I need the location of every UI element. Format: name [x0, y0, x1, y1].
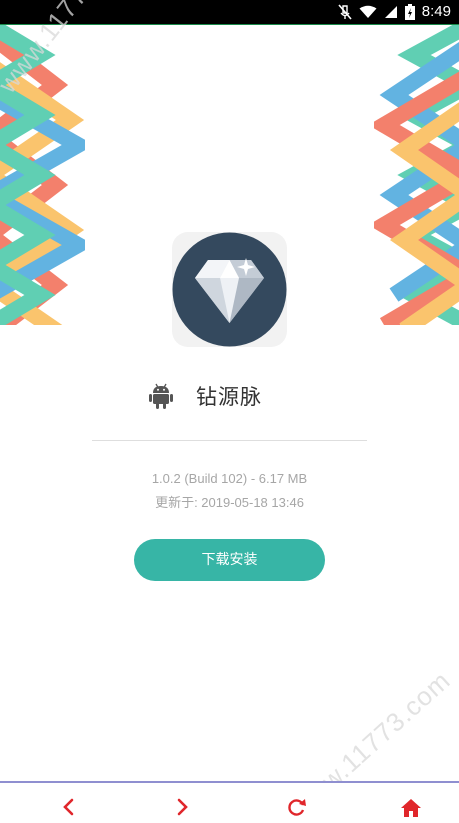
version-info: 1.0.2 (Build 102) - 6.17 MB [151, 471, 308, 486]
install-button[interactable]: 下载安装 [134, 539, 325, 581]
back-icon[interactable] [57, 797, 81, 817]
home-icon[interactable] [399, 797, 423, 817]
diamond-icon [172, 232, 287, 347]
forward-icon[interactable] [170, 797, 194, 817]
app-name: 钻源脉 [196, 385, 262, 409]
status-time: 8:49 [421, 3, 451, 20]
section-divider [92, 440, 367, 441]
app-icon [172, 232, 287, 347]
signal-icon [384, 6, 397, 18]
android-icon [149, 383, 173, 409]
bottom-nav-bar [0, 781, 459, 818]
update-date: 更新于: 2019-05-18 13:46 [155, 495, 304, 510]
battery-icon [404, 4, 415, 20]
right-zigzag-decoration [374, 25, 459, 325]
app-title-row: 钻源脉 [0, 376, 459, 416]
refresh-icon[interactable] [285, 797, 309, 817]
wifi-icon [359, 5, 377, 18]
mute-icon [338, 4, 352, 20]
